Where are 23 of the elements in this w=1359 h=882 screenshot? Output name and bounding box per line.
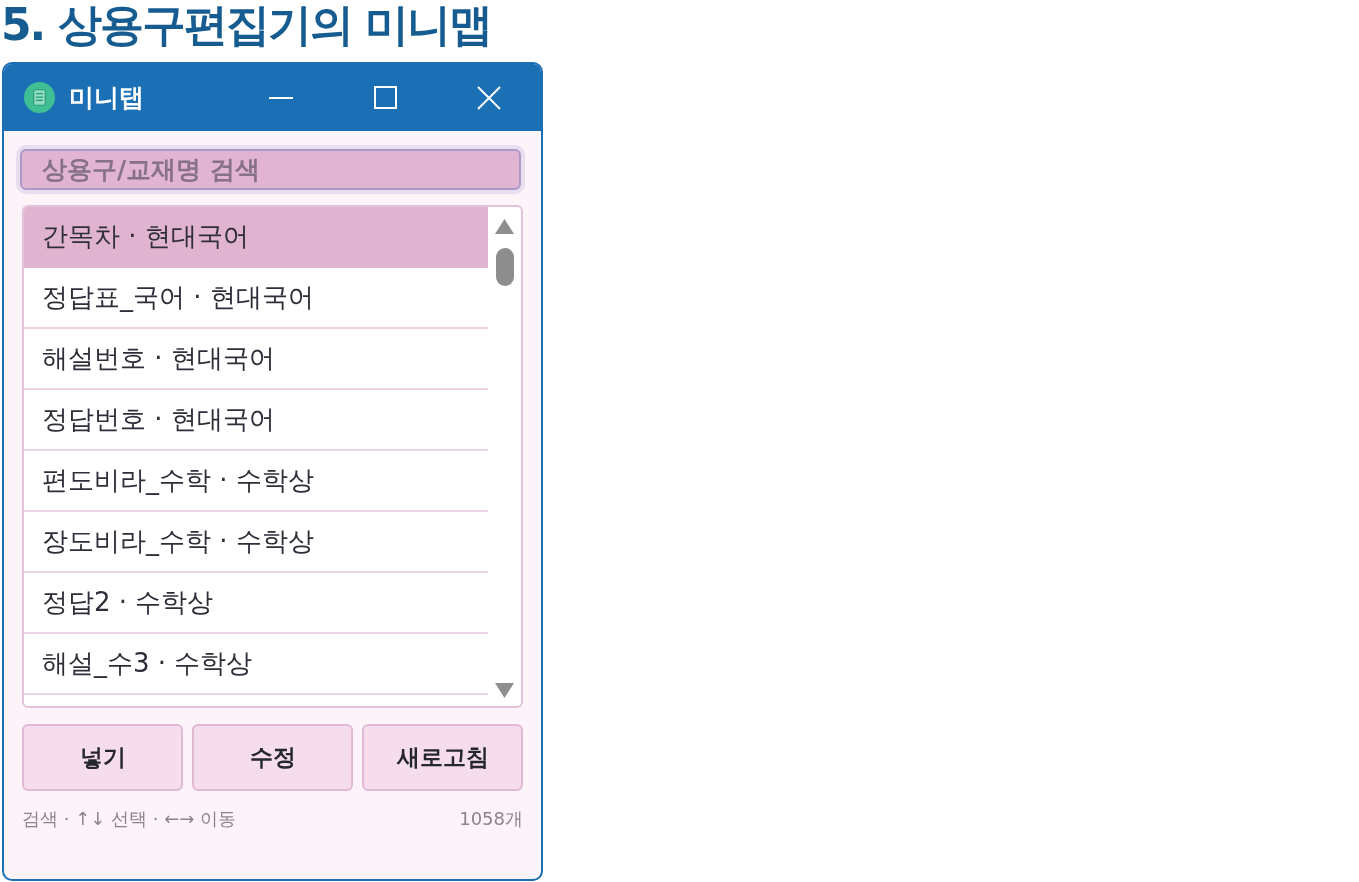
list-item[interactable]: 편도비라_수학 · 수학상 xyxy=(24,451,488,512)
item-count: 1058개 xyxy=(459,807,523,831)
maximize-icon xyxy=(373,86,397,109)
scroll-down-icon[interactable] xyxy=(495,683,514,698)
list-item[interactable]: 간목차 · 현대국어 xyxy=(24,207,488,268)
list-item[interactable]: 정답표_국어 · 현대국어 xyxy=(24,268,488,329)
document-icon xyxy=(24,82,55,113)
page-heading: 5. 상용구편집기의 미니맵 xyxy=(0,0,491,52)
scroll-thumb[interactable] xyxy=(495,248,514,286)
list-item[interactable]: 해설_수3 · 수학상 xyxy=(24,634,488,695)
shortcut-hint: 검색 · ↑↓ 선택 · ←→ 이동 xyxy=(22,807,237,831)
list-item[interactable]: 해설번호 · 현대국어 xyxy=(24,329,488,390)
list-item[interactable]: 정답2 · 수학상 xyxy=(24,573,488,634)
scroll-up-icon[interactable] xyxy=(495,219,514,234)
action-button[interactable]: 수정 xyxy=(192,724,353,791)
window-title: 미니탭 xyxy=(69,82,145,114)
list-item[interactable]: 장도비라_수학 · 수학상 xyxy=(24,512,488,573)
close-icon xyxy=(477,85,501,110)
action-button[interactable]: 새로고침 xyxy=(362,724,523,791)
minimize-icon xyxy=(269,96,293,99)
list-item[interactable]: 정답번호 · 현대국어 xyxy=(24,390,488,451)
action-button[interactable]: 넣기 xyxy=(22,724,183,791)
search-field[interactable]: 상용구/교재명 검색 xyxy=(20,149,521,190)
